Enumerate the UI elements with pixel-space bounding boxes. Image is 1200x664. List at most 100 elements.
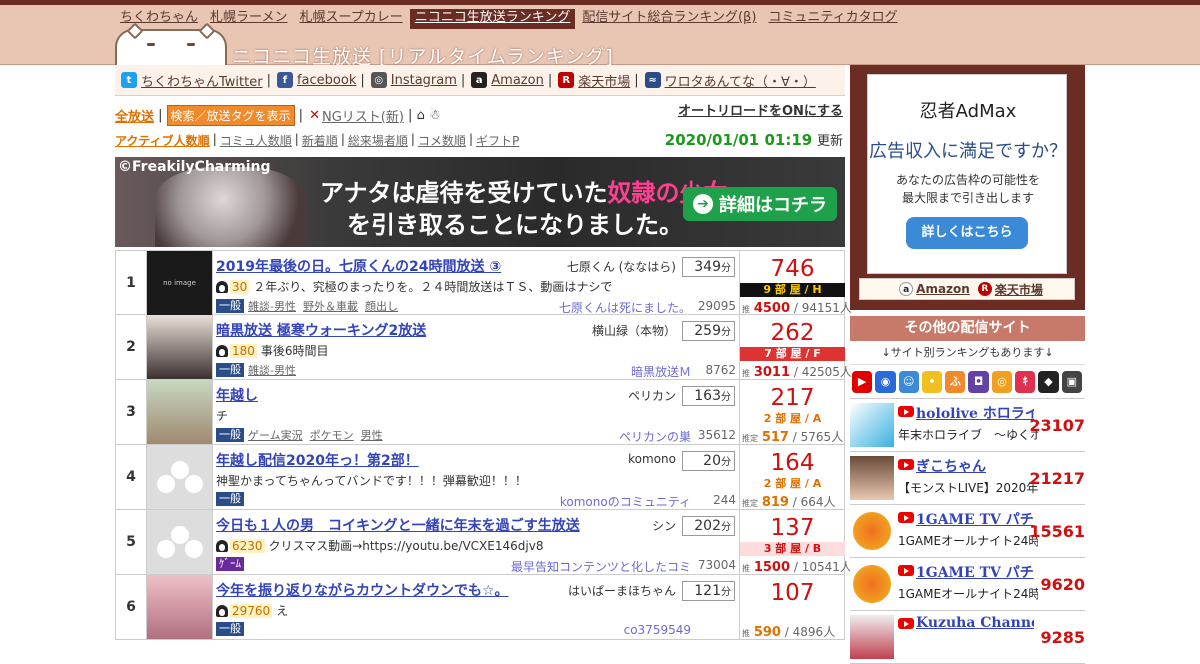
community-link[interactable]: ペリカンの巣 [619, 428, 691, 445]
admax-ad[interactable]: 忍者AdMax 広告収入に満足ですか？ あなたの広告枠の可能性を 最大限まで引き… [867, 74, 1067, 274]
niconico-icon[interactable]: ☺ [898, 370, 919, 393]
channel-name[interactable]: hololive ホロライブ [916, 403, 1034, 423]
broadcast-thumbnail[interactable]: no image [147, 251, 213, 315]
social-link[interactable]: facebook [297, 73, 356, 88]
community-link[interactable]: 最早告知コンテンツと化したコミ [511, 558, 691, 575]
site-logo[interactable] [115, 22, 227, 67]
ad-detail-button[interactable]: 詳しくはこちら [906, 217, 1028, 249]
category-row: 一般 ゲーム実況 ポケモン 男性 [216, 427, 390, 443]
category-badge[interactable]: 一般 [216, 299, 244, 313]
broadcast-title[interactable]: 暗黒放送 極寒ウォーキング2放送 [216, 320, 426, 340]
broadcast-thumbnail[interactable] [147, 445, 213, 509]
tag-link[interactable]: 男性 [361, 427, 383, 443]
category-badge[interactable]: 一般 [216, 492, 244, 506]
broadcast-description: 神聖かまってちゃんってバンドです！！！弾幕歓迎！！！ [216, 472, 527, 489]
channel-thumbnail[interactable] [850, 456, 894, 500]
social-item: a Amazon [469, 72, 544, 88]
social-link[interactable]: Instagram [391, 73, 457, 88]
broadcast-title[interactable]: 年越し配信2020年っ！第2部！ [216, 450, 419, 470]
slash: / [790, 301, 802, 315]
sort-option[interactable]: アクティブ人数順 [115, 132, 210, 149]
sort-option[interactable]: コミュ人数順 [220, 132, 292, 149]
broadcaster-name: 七原くん (ななはら) [566, 260, 676, 274]
broadcast-title[interactable]: 年越し [216, 385, 258, 405]
tag-link[interactable]: ポケモン [310, 427, 354, 443]
broadcast-title[interactable]: 今日も１人の男 コイキングと一緒に年末を過ごす生放送 [216, 515, 580, 535]
ad-sub2: 最大限まで引き出します [901, 191, 1034, 205]
social-link[interactable]: Amazon [491, 73, 544, 88]
sort-separator: | [340, 131, 345, 146]
tag-link[interactable]: 雑談-男性 [248, 362, 296, 378]
channel-name[interactable]: 1GAME TV パチ [916, 562, 1034, 582]
sort-option[interactable]: コメ数順 [418, 132, 466, 149]
youtube-icon[interactable]: ▶ [852, 370, 873, 393]
category-badge[interactable]: ｹﾞｰﾑ [216, 557, 244, 571]
amazon-link[interactable]: Amazon [916, 282, 970, 296]
whowatch-icon[interactable]: ◆ [1038, 370, 1059, 393]
channel-name[interactable]: Kuzuha Channel [916, 615, 1034, 631]
community-link[interactable]: 七原くんは死にました。 [559, 299, 691, 316]
nav-item[interactable]: コミュニティカタログ [763, 9, 902, 29]
broadcast-thumbnail[interactable] [147, 510, 213, 574]
robot-icon[interactable]: ⌂ [417, 108, 425, 123]
category-badge[interactable]: 一般 [216, 622, 244, 636]
duration-box: 349分 [682, 257, 735, 277]
ghost-avatar-icon [157, 475, 175, 493]
broadcast-thumbnail[interactable] [147, 380, 213, 444]
channel-viewers: 9620 [1040, 575, 1085, 594]
channel-name[interactable]: ぎこちゃん [916, 456, 1034, 476]
community-link[interactable]: komonoのコミュニティ [560, 493, 691, 510]
channel-thumbnail[interactable] [850, 615, 894, 659]
ghost-icon[interactable]: ☃ [429, 108, 441, 123]
channel-viewers: 23107 [1029, 416, 1085, 435]
sort-option[interactable]: 総来場者順 [348, 132, 408, 149]
channel-name[interactable]: 1GAME TV パチ [916, 509, 1034, 529]
ad-question: 広告収入に満足ですか？ [869, 141, 1067, 162]
community-link[interactable]: 暗黒放送Ｍ [631, 363, 691, 380]
fuwa-icon[interactable]: ふ [945, 370, 966, 393]
sort-option[interactable]: ギフトP [476, 132, 519, 149]
tv-icon[interactable]: ▣ [1061, 370, 1082, 393]
mildom-icon[interactable]: ◎ [991, 370, 1013, 393]
social-item: ≈ ワロタあんてな（・∀・） [643, 71, 816, 90]
banner-cta-button[interactable]: ➔ 詳細はコチラ [683, 187, 837, 221]
category-badge[interactable]: 一般 [216, 428, 244, 442]
nav-item[interactable]: 札幌スープカレー [295, 9, 408, 29]
social-link[interactable]: 楽天市場 [578, 71, 630, 90]
active-count: 3011 [753, 365, 791, 380]
sort-option[interactable]: 新着順 [302, 132, 338, 149]
auto-reload-link[interactable]: オートリロードをONにする [678, 100, 843, 119]
channel-thumbnail[interactable] [850, 562, 894, 606]
tag-link[interactable]: 雑談-男性 [248, 298, 296, 314]
channel-thumbnail[interactable] [850, 403, 894, 447]
nav-item[interactable]: ちくわちゃん [115, 9, 203, 29]
broadcast-title[interactable]: 2019年最後の日。七原くんの24時間放送 ③ [216, 256, 501, 276]
broadcast-thumbnail[interactable] [147, 575, 213, 639]
rakuten-link[interactable]: 楽天市場 [995, 281, 1043, 298]
twitch-icon[interactable]: ◘ [968, 370, 989, 393]
nav-item[interactable]: ニコニコ生放送ランキング [409, 9, 576, 29]
showroom-icon[interactable]: • [921, 370, 943, 393]
duration-unit: 分 [721, 522, 731, 533]
tag-link[interactable]: 野外＆車載 [303, 298, 358, 314]
broadcast-thumbnail[interactable] [147, 315, 213, 379]
all-broadcasts-link[interactable]: 全放送 [115, 106, 154, 125]
category-row: 一般 雑談-男性 [216, 362, 303, 378]
social-link[interactable]: ちくわちゃんTwitter [141, 71, 263, 90]
channel-thumbnail[interactable] [850, 509, 894, 553]
ng-close-icon: ✕ [309, 107, 320, 123]
show-tags-button[interactable]: 検索／放送タグを表示 [166, 104, 295, 126]
17live-icon[interactable]: ｷ [1015, 370, 1036, 393]
category-badge[interactable]: 一般 [216, 363, 244, 377]
ad-banner[interactable]: ©FreakilyCharming アナタは虐待を受けていた奴隷の少女 を引き取… [115, 157, 845, 247]
sort-separator: | [294, 131, 299, 146]
ng-list-link[interactable]: NGリスト(新) [322, 106, 404, 125]
community-link[interactable]: co3759549 [624, 623, 691, 637]
social-link[interactable]: ワロタあんてな（・∀・） [665, 71, 816, 90]
nav-item[interactable]: 配信サイト総合ランキング(β) [577, 9, 761, 29]
openrec-icon[interactable]: ◉ [875, 370, 896, 393]
tag-link[interactable]: ゲーム実況 [248, 427, 303, 443]
nav-item[interactable]: 札幌ラーメン [205, 9, 292, 29]
tag-link[interactable]: 顔出し [365, 298, 398, 314]
broadcast-title[interactable]: 今年を振り返りながらカウントダウンでも☆。 [216, 580, 509, 600]
